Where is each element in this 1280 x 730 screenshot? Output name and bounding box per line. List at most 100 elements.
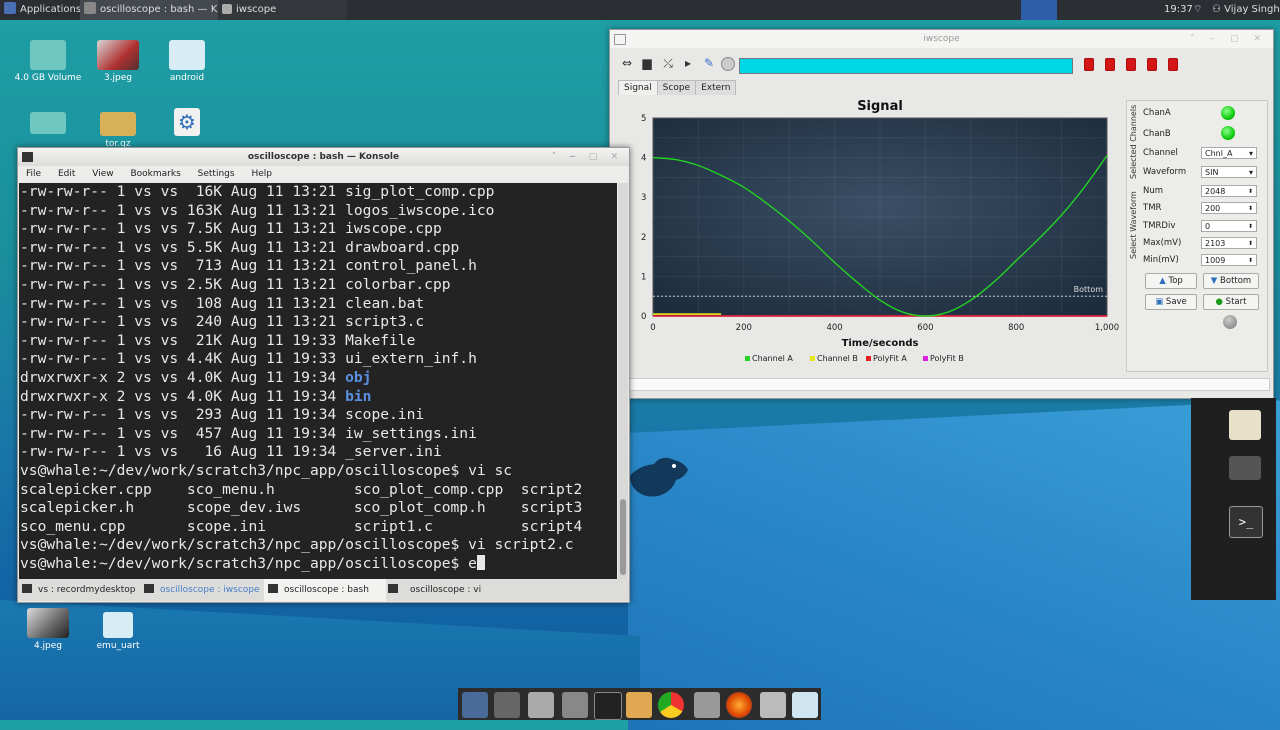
tab-vi[interactable]: oscilloscope : vi (388, 579, 498, 601)
start-icon: ● (1215, 297, 1226, 307)
menu-edit[interactable]: Edit (58, 169, 75, 179)
network-icon[interactable]: ⌔ (1193, 0, 1201, 20)
folder-icon (103, 612, 133, 638)
tab-bash[interactable]: oscilloscope : bash (264, 579, 386, 601)
wallpaper-shape (628, 400, 1280, 730)
tab-signal[interactable]: Signal (618, 80, 658, 95)
folder-icon (169, 40, 205, 70)
terminal-scrollbar[interactable] (618, 183, 628, 579)
audio-icon[interactable] (494, 692, 520, 718)
x-tick-label: 400 (826, 323, 842, 333)
select-waveform-label: Select Waveform (1129, 191, 1138, 259)
chart-title: Signal (857, 99, 903, 114)
desktop-icon-volume[interactable]: 4.0 GB Volume (13, 40, 83, 83)
menu-bookmarks[interactable]: Bookmarks (130, 169, 180, 179)
notes-icon[interactable] (1229, 410, 1261, 440)
signal-plot: Signal 0 1 2 3 4 5 0 200 400 600 800 1,000 Time/secon… (620, 96, 1120, 370)
menu-settings[interactable]: Settings (198, 169, 235, 179)
terminal-line: -rw-rw-r-- 1 vs vs 108 Aug 11 13:21 clea… (20, 294, 425, 312)
terminal-cursor (476, 554, 485, 570)
desktop-icon-emu-uart[interactable]: emu_uart (83, 612, 153, 651)
folder-icon[interactable] (528, 692, 554, 718)
zoom-icon[interactable]: ⤯ (661, 56, 675, 70)
bottom-button[interactable]: ▼ Bottom (1203, 273, 1259, 289)
drive-icon[interactable] (1229, 456, 1261, 480)
menu-file[interactable]: File (26, 169, 41, 179)
camera-icon[interactable] (760, 692, 786, 718)
terminal-icon[interactable] (594, 692, 622, 720)
terminal-icon (144, 584, 154, 593)
start-button[interactable]: ● Start (1203, 294, 1259, 310)
scrollbar-thumb[interactable] (620, 499, 626, 575)
iwscope-titlebar[interactable]: iwscope ˄ ‒ ▢ ✕ (610, 30, 1273, 48)
legend-swatch (810, 356, 815, 361)
terminal-line: -rw-rw-r-- 1 vs vs 5.5K Aug 11 13:21 dra… (20, 238, 460, 256)
num-spinbox[interactable]: 2048 ⬍ (1201, 185, 1257, 197)
chanB-led[interactable] (1221, 126, 1235, 140)
user-menu[interactable]: ⚇ Vijay Singh (1212, 0, 1280, 20)
probe-icon[interactable]: ✎ (702, 56, 716, 70)
folder-icon[interactable] (792, 692, 818, 718)
clock: 19:37 (1164, 4, 1193, 15)
terminal-output[interactable]: -rw-rw-r-- 1 vs vs 16K Aug 11 13:21 sig_… (19, 183, 617, 579)
desktop-icon-torgz[interactable]: tor.gz (83, 112, 153, 149)
terminal-line: -rw-rw-r-- 1 vs vs 16K Aug 11 13:21 sig_… (20, 183, 495, 200)
applications-menu[interactable]: Applications (4, 0, 81, 20)
tab-extern[interactable]: Extern (695, 80, 737, 95)
signal-chart[interactable]: Signal 0 1 2 3 4 5 0 200 400 600 800 1,000 Time/secon… (620, 96, 1120, 370)
pan-icon[interactable]: ⇔ (620, 56, 634, 70)
circuit-icon[interactable] (626, 692, 652, 718)
task-iwscope[interactable]: iwscope (218, 0, 347, 20)
tab-recordmydesktop[interactable]: vs : recordmydesktop (22, 579, 142, 601)
directory-name: obj (345, 368, 372, 386)
terminal-line: -rw-rw-r-- 1 vs vs 240 Aug 11 13:21 scri… (20, 313, 425, 331)
num-label: Num (1143, 186, 1164, 196)
desktop-icon-volume2[interactable] (13, 112, 83, 137)
chrome-icon[interactable] (658, 692, 684, 718)
terminal-line: scalepicker.h scope_dev.iws sco_plot_com… (20, 499, 583, 517)
channel-select[interactable]: Chnl_A ▾ (1201, 147, 1257, 159)
desktop-icon-4jpeg[interactable]: 4.jpeg (13, 608, 83, 651)
desktop-icon-3jpeg[interactable]: 3.jpeg (83, 40, 153, 83)
menu-help[interactable]: Help (251, 169, 272, 179)
konsole-titlebar[interactable]: oscilloscope : bash — Konsole ˄ ‒ ▢ ✕ (18, 148, 629, 166)
y-tick-label: 2 (641, 233, 646, 243)
desktop-icon-android[interactable]: android (152, 40, 222, 83)
max-spinbox[interactable]: 2103 ⬍ (1201, 237, 1257, 249)
waveform-select[interactable]: SIN ▾ (1201, 166, 1257, 178)
bottom-marker-label: Bottom (1074, 285, 1104, 294)
drive-icon[interactable] (694, 692, 720, 718)
led-indicator (1105, 58, 1115, 71)
task-konsole[interactable]: oscilloscope : bash — K... (80, 0, 219, 20)
x-tick-label: 600 (917, 323, 933, 333)
window-controls[interactable]: ˄ ‒ ▢ ✕ (552, 148, 623, 166)
selected-channels-label: Selected Channels (1129, 104, 1138, 179)
play-icon[interactable]: ▸ (681, 56, 695, 70)
arrow-down-icon: ▼ (1210, 276, 1221, 286)
terminal-icon (84, 2, 96, 14)
terminal-icon[interactable]: >_ (1229, 506, 1263, 538)
min-spinbox[interactable]: 1009 ⬍ (1201, 254, 1257, 266)
save-button[interactable]: ▣ Save (1145, 294, 1197, 310)
firefox-icon[interactable] (726, 692, 752, 718)
waveform-label: Waveform (1143, 167, 1187, 177)
status-led (1223, 315, 1237, 329)
clear-icon[interactable]: ▆ (640, 56, 654, 70)
tab-scope[interactable]: Scope (656, 80, 697, 95)
window-controls[interactable]: ˄ ‒ ▢ ✕ (1190, 30, 1267, 48)
desktop-icon-settings[interactable]: ⚙ (152, 108, 222, 139)
top-button[interactable]: ▲ Top (1145, 273, 1197, 289)
desktop-icon[interactable] (462, 692, 488, 718)
tmrdiv-spinbox[interactable]: 0 ⬍ (1201, 220, 1257, 232)
led-indicator (1168, 58, 1178, 71)
y-tick-label: 0 (641, 312, 646, 322)
terminal-line: vs@whale:~/dev/work/scratch3/npc_app/osc… (20, 461, 513, 479)
x-tick-label: 1,000 (1095, 323, 1119, 333)
y-tick-label: 3 (641, 193, 646, 203)
search-icon[interactable] (562, 692, 588, 718)
workspace-switcher[interactable] (1021, 0, 1057, 20)
chanA-led[interactable] (1221, 106, 1235, 120)
tmr-spinbox[interactable]: 200 ⬍ (1201, 202, 1257, 214)
tab-iwscope[interactable]: oscilloscope : iwscope (144, 579, 260, 601)
menu-view[interactable]: View (92, 169, 113, 179)
